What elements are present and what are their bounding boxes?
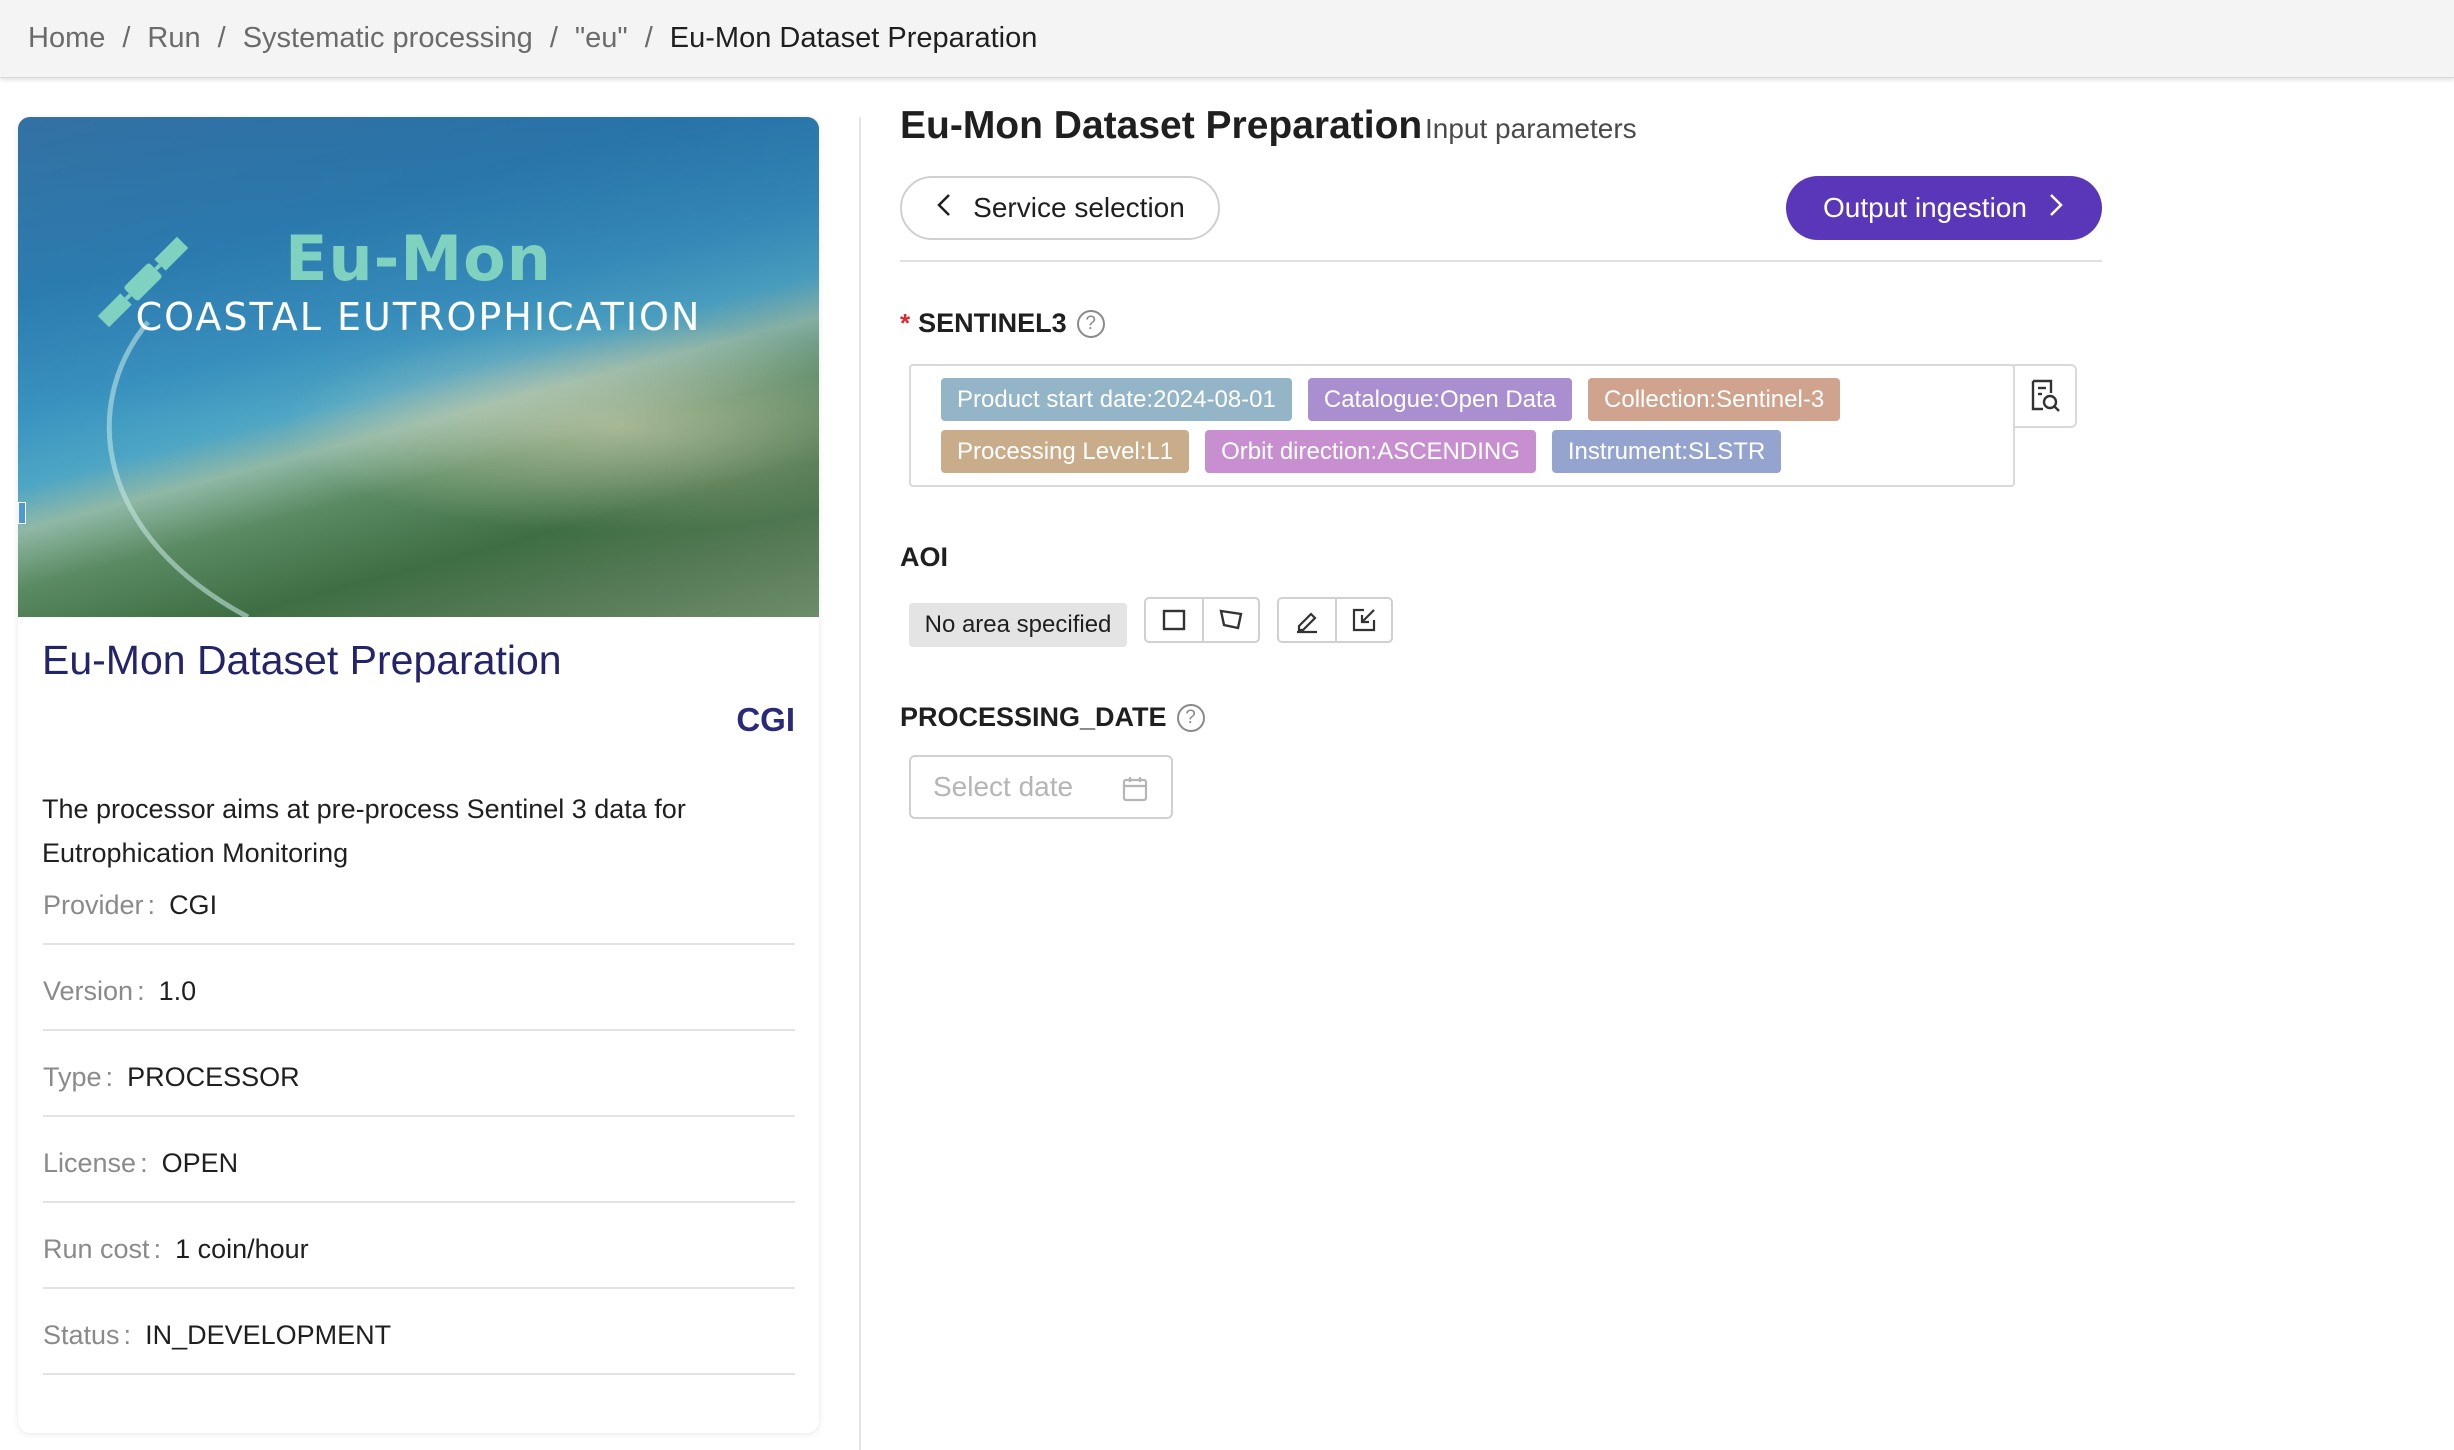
tag-product-start-date: Product start date:2024-08-01 <box>941 378 1292 421</box>
breadcrumb-systematic-processing[interactable]: Systematic processing <box>243 22 533 55</box>
page-subtitle: Input parameters <box>1425 113 1637 144</box>
breadcrumb-separator: / <box>644 22 653 54</box>
provider-logo: CGI <box>736 701 795 738</box>
processing-date-label: PROCESSING_DATE ? <box>900 702 1205 733</box>
detail-license: License: OPEN <box>43 1117 795 1203</box>
tag-processing-level: Processing Level:L1 <box>941 430 1190 473</box>
aoi-label: AOI <box>900 542 948 573</box>
hero-subtitle: COASTAL EUTROPHICATION <box>135 295 702 339</box>
polygon-icon <box>1219 609 1243 630</box>
page-title: Eu-Mon Dataset Preparation <box>900 104 1423 147</box>
aoi-draw-tools <box>1144 597 1260 643</box>
aoi-value: No area specified <box>909 603 1127 647</box>
service-selection-label: Service selection <box>973 192 1185 223</box>
breadcrumb-separator: / <box>217 22 226 54</box>
aoi-edit-tools <box>1277 597 1393 643</box>
date-placeholder: Select date <box>933 771 1074 802</box>
service-details: Provider: CGI Version: 1.0 Type: PROCESS… <box>43 859 795 1375</box>
detail-value: OPEN <box>161 1148 239 1178</box>
rectangle-icon <box>1162 609 1186 631</box>
satellite-icon <box>97 236 250 617</box>
hero-title: Eu-Mon <box>285 222 552 295</box>
header-divider <box>900 260 2102 262</box>
calendar-icon <box>1122 777 1148 802</box>
service-name: Eu-Mon Dataset Preparation <box>42 637 562 683</box>
detail-key: Status <box>43 1320 120 1350</box>
required-mark: * <box>900 308 911 338</box>
sentinel3-filter-tags[interactable]: Product start date:2024-08-01 Catalogue:… <box>909 364 2015 487</box>
edit-aoi-button[interactable] <box>1279 599 1335 641</box>
breadcrumb-eu[interactable]: "eu" <box>575 22 628 55</box>
tag-instrument: Instrument:SLSTR <box>1551 430 1782 473</box>
detail-value: CGI <box>169 890 218 920</box>
detail-provider: Provider: CGI <box>43 859 795 945</box>
detail-key: Provider <box>43 890 144 920</box>
detail-value: 1 coin/hour <box>175 1234 309 1264</box>
detail-key: Type <box>43 1062 102 1092</box>
draw-rectangle-button[interactable] <box>1146 599 1202 641</box>
service-card: Eu-Mon COASTAL EUTROPHICATION Eu-Mon Dat… <box>18 117 819 1433</box>
service-selection-button[interactable]: Service selection <box>900 176 1220 240</box>
aoi-label-text: AOI <box>900 542 949 572</box>
breadcrumb-separator: / <box>549 22 558 54</box>
import-aoi-button[interactable] <box>1335 599 1391 641</box>
breadcrumb: Home / Run / Systematic processing / "eu… <box>0 0 2454 78</box>
detail-run-cost: Run cost: 1 coin/hour <box>43 1203 795 1289</box>
detail-key: Run cost <box>43 1234 150 1264</box>
detail-value: 1.0 <box>158 976 197 1006</box>
processing-date-label-text: PROCESSING_DATE <box>900 702 1167 732</box>
pencil-icon <box>1297 612 1317 634</box>
output-ingestion-button[interactable]: Output ingestion <box>1786 176 2102 240</box>
import-icon <box>1352 608 1376 632</box>
detail-status: Status: IN_DEVELOPMENT <box>43 1289 795 1375</box>
catalog-search-icon <box>2031 379 2060 412</box>
help-icon[interactable]: ? <box>1176 703 1205 732</box>
detail-value: IN_DEVELOPMENT <box>145 1320 392 1350</box>
tag-orbit-direction: Orbit direction:ASCENDING <box>1205 430 1536 473</box>
breadcrumb-current: Eu-Mon Dataset Preparation <box>669 22 1038 54</box>
detail-key: License <box>43 1148 137 1178</box>
help-icon[interactable]: ? <box>1076 309 1105 338</box>
catalog-search-button[interactable] <box>2013 364 2077 428</box>
breadcrumb-separator: / <box>122 22 131 54</box>
output-ingestion-label: Output ingestion <box>1823 192 2027 223</box>
panel-divider <box>859 117 861 1450</box>
sentinel3-label-text: SENTINEL3 <box>918 308 1067 338</box>
tag-collection: Collection:Sentinel-3 <box>1588 378 1841 421</box>
detail-value: PROCESSOR <box>127 1062 300 1092</box>
breadcrumb-home[interactable]: Home <box>28 22 105 55</box>
chevron-right-icon <box>2047 192 2065 225</box>
detail-version: Version: 1.0 <box>43 945 795 1031</box>
chevron-left-icon <box>935 192 953 225</box>
sentinel3-label: * SENTINEL3 ? <box>900 308 1105 339</box>
detail-type: Type: PROCESSOR <box>43 1031 795 1117</box>
resize-handle[interactable] <box>18 502 26 524</box>
processing-date-picker[interactable]: Select date <box>909 755 1173 819</box>
tag-catalogue: Catalogue:Open Data <box>1307 378 1573 421</box>
draw-polygon-button[interactable] <box>1202 599 1258 641</box>
detail-key: Version <box>43 976 134 1006</box>
breadcrumb-run[interactable]: Run <box>147 22 200 55</box>
service-hero-image: Eu-Mon COASTAL EUTROPHICATION <box>18 117 819 617</box>
